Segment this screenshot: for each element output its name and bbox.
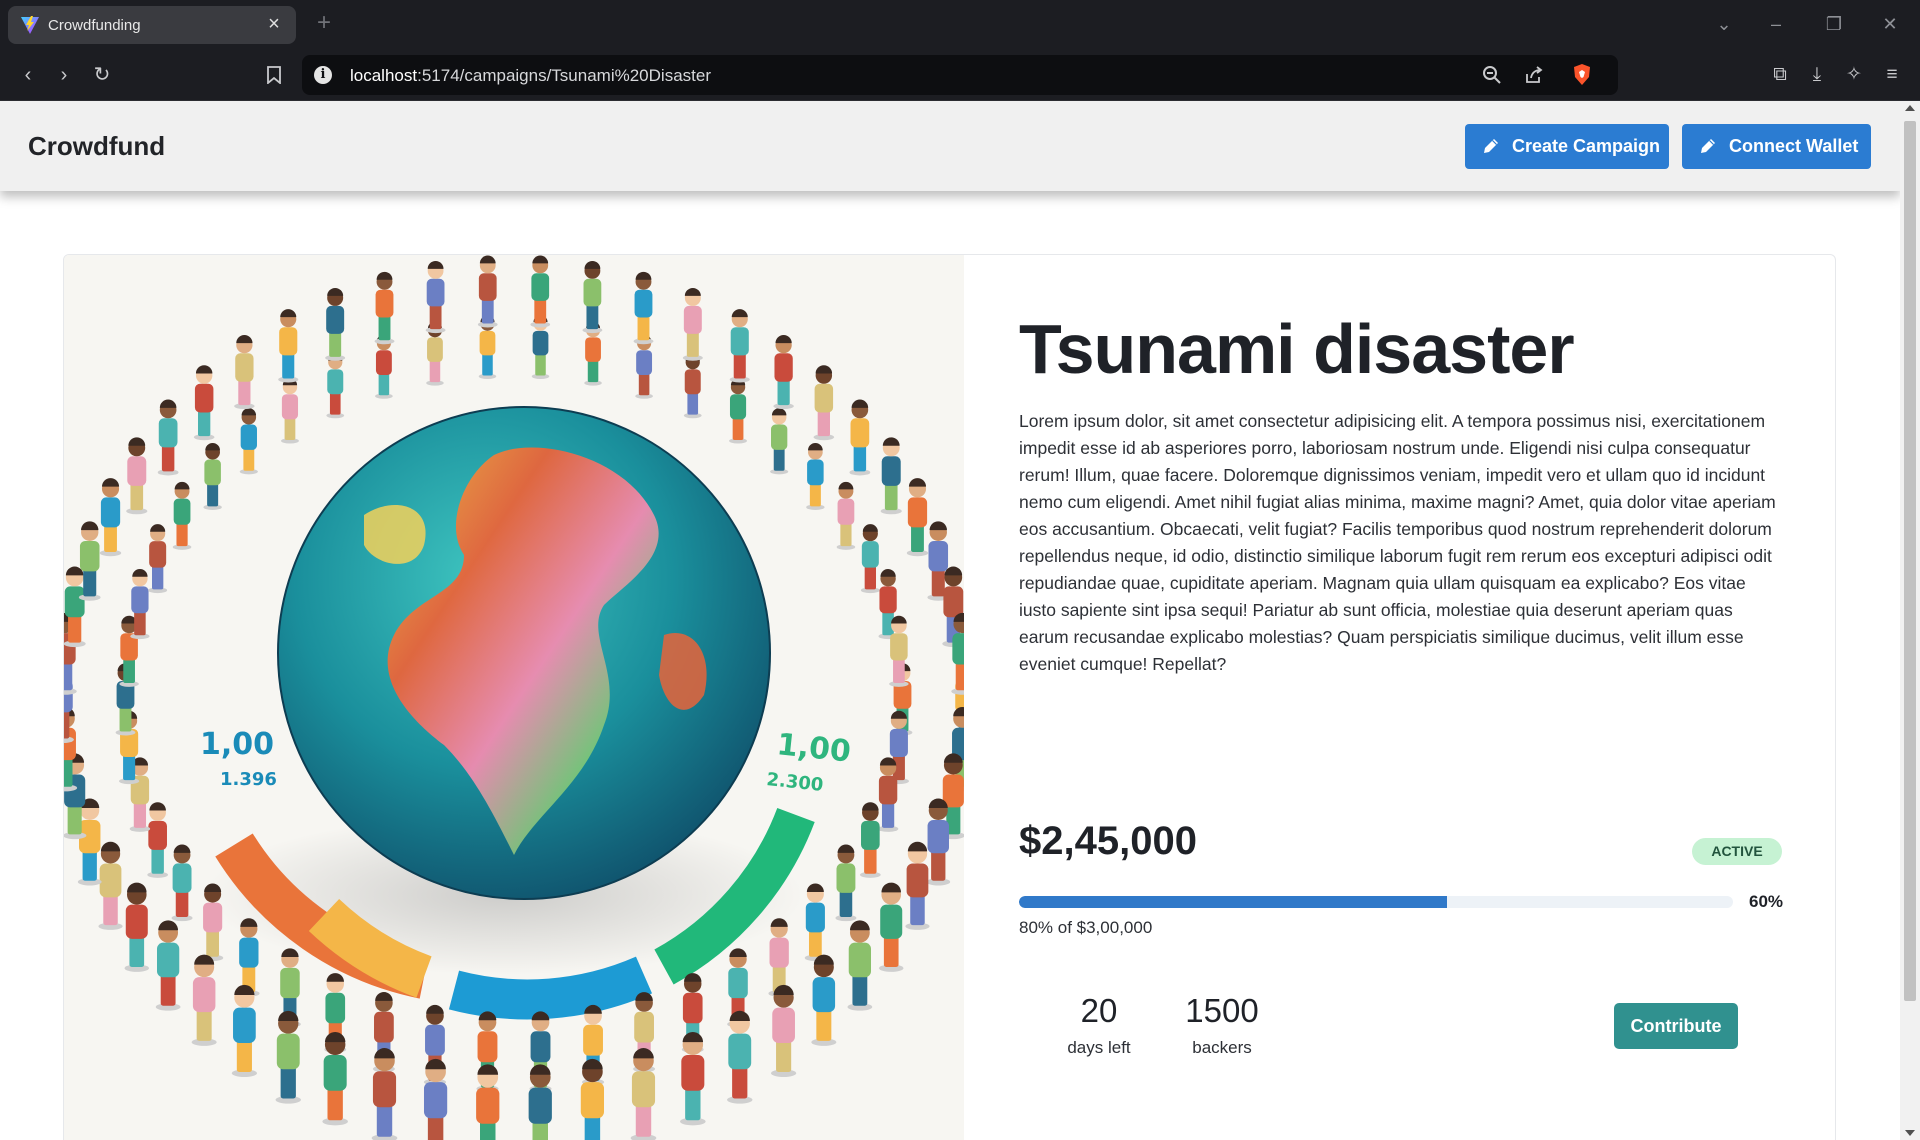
create-campaign-label: Create Campaign xyxy=(1512,136,1661,156)
page-scrollbar[interactable] xyxy=(1900,101,1920,1140)
days-left-label: days left xyxy=(1067,1038,1131,1057)
address-bar[interactable]: i localhost:5174/campaigns/Tsunami%20Dis… xyxy=(302,55,1618,95)
contribute-button[interactable]: Contribute xyxy=(1614,1003,1738,1049)
amount-raised: $2,45,000 xyxy=(1019,819,1197,863)
backers-stat: 1500 backers xyxy=(1179,992,1265,1058)
share-icon[interactable] xyxy=(1522,63,1546,87)
browser-tab[interactable]: Crowdfunding × xyxy=(8,6,296,44)
back-icon[interactable]: ‹ xyxy=(14,61,42,89)
tab-close-icon[interactable]: × xyxy=(262,12,286,36)
campaign-image: 1,00 1.396 1,00 2.300 xyxy=(64,255,964,1140)
scroll-down-icon[interactable] xyxy=(1905,1130,1915,1136)
forward-icon[interactable]: › xyxy=(50,61,78,89)
connect-wallet-label: Connect Wallet xyxy=(1729,136,1859,156)
left-number: 1,00 xyxy=(200,727,274,762)
vite-favicon-icon xyxy=(21,16,39,34)
connect-wallet-button[interactable]: Connect Wallet xyxy=(1682,124,1871,169)
leo-ai-icon[interactable]: ✧ xyxy=(1840,61,1868,89)
site-info-icon[interactable]: i xyxy=(314,66,332,84)
brave-shield-icon[interactable] xyxy=(1570,63,1594,87)
bookmark-icon[interactable] xyxy=(260,61,288,89)
campaign-description: Lorem ipsum dolor, sit amet consectetur … xyxy=(1019,411,1776,674)
minimize-icon[interactable]: – xyxy=(1764,12,1788,36)
page-viewport: Crowdfund Create Campaign Connect Wallet xyxy=(0,101,1900,1140)
scroll-up-icon[interactable] xyxy=(1905,105,1915,111)
extensions-icon[interactable]: ⧉ xyxy=(1766,61,1794,89)
restore-icon[interactable]: ❐ xyxy=(1822,12,1846,36)
funding-progress-bar xyxy=(1019,896,1733,908)
status-badge: ACTIVE xyxy=(1692,838,1782,865)
reload-icon[interactable]: ↻ xyxy=(88,61,116,89)
pencil-icon xyxy=(1484,139,1498,153)
funding-progress-fill xyxy=(1019,896,1448,908)
site-navbar: Crowdfund Create Campaign Connect Wallet xyxy=(0,101,1900,191)
brand-logo[interactable]: Crowdfund xyxy=(28,131,165,162)
browser-toolbar: ‹ › ↻ i localhost:5174/campaigns/Tsunami… xyxy=(0,49,1920,101)
zoom-icon[interactable] xyxy=(1480,63,1504,87)
menu-icon[interactable]: ≡ xyxy=(1878,61,1906,89)
days-left-stat: 20 days left xyxy=(1059,992,1139,1058)
downloads-icon[interactable]: ⤓ xyxy=(1803,61,1831,89)
scrollbar-thumb[interactable] xyxy=(1904,121,1916,1001)
url-text[interactable]: localhost:5174/campaigns/Tsunami%20Disas… xyxy=(350,66,711,86)
goal-text: 80% of $3,00,000 xyxy=(1019,918,1153,937)
tab-list-chevron-icon[interactable]: ⌄ xyxy=(1712,12,1736,36)
left-sub: 1.396 xyxy=(220,769,277,790)
backers-label: backers xyxy=(1192,1038,1252,1057)
backers-value: 1500 xyxy=(1185,992,1259,1029)
globe-people-illustration: 1,00 1.396 1,00 2.300 xyxy=(64,255,964,1140)
create-campaign-button[interactable]: Create Campaign xyxy=(1465,124,1669,169)
new-tab-icon[interactable]: + xyxy=(312,11,336,36)
campaign-card: 1,00 1.396 1,00 2.300 Tsunami disaster L… xyxy=(63,254,1836,1140)
progress-percent: 60% xyxy=(1749,892,1784,911)
pencil-icon xyxy=(1701,139,1715,153)
campaign-title: Tsunami disaster xyxy=(1019,310,1575,388)
window-close-icon[interactable]: ✕ xyxy=(1878,12,1902,36)
tab-title: Crowdfunding xyxy=(48,17,141,34)
days-left-value: 20 xyxy=(1080,992,1118,1029)
browser-tabbar: Crowdfunding × + ⌄ – ❐ ✕ xyxy=(0,0,1920,49)
